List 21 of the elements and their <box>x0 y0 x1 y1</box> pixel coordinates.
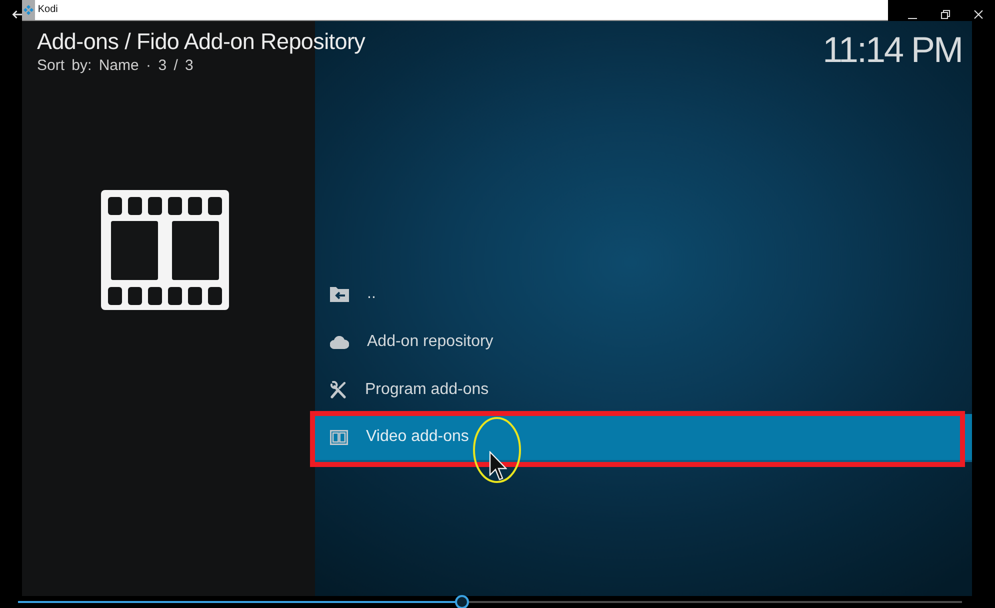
cloud-icon <box>330 336 349 348</box>
list-item[interactable]: Program add-ons <box>315 366 972 414</box>
film-strip-icon <box>101 190 229 310</box>
seek-bar-thumb[interactable] <box>454 595 469 608</box>
list-item[interactable]: .. <box>315 270 972 318</box>
folder-back-icon <box>330 286 349 302</box>
clock: 11:14 PM <box>822 30 962 70</box>
highlight-ellipse <box>473 417 521 483</box>
minimize-icon <box>908 18 917 19</box>
list-item[interactable]: Add-on repository <box>315 318 972 366</box>
restore-icon <box>941 10 950 19</box>
list-item[interactable]: Video add-ons <box>315 414 972 462</box>
breadcrumb-title: Add-ons / Fido Add-on Repository <box>37 28 366 55</box>
sort-info: Sort by: Name · 3 / 3 <box>37 57 194 75</box>
film-icon <box>330 430 348 444</box>
close-icon <box>974 10 983 19</box>
window-title: Kodi <box>38 4 58 16</box>
tools-icon <box>330 381 347 399</box>
back-arrow-icon[interactable] <box>12 10 22 19</box>
mouse-pointer-icon <box>489 451 507 481</box>
app-logo-icon <box>22 0 35 20</box>
